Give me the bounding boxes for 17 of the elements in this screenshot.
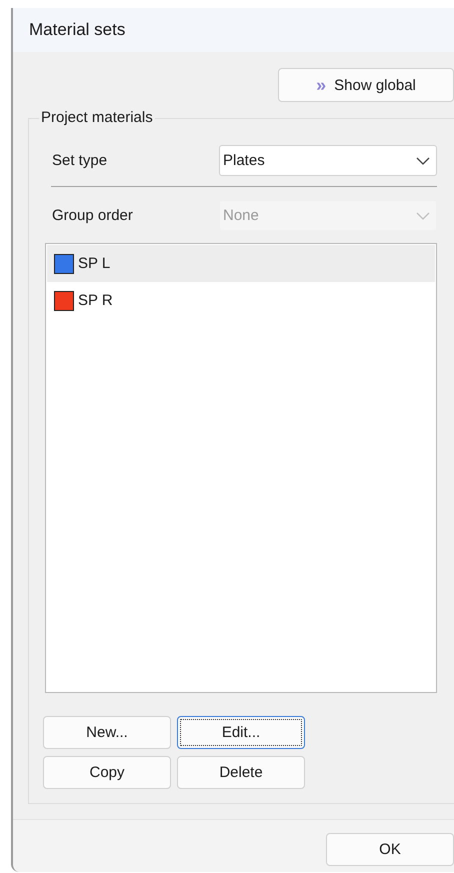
list-item[interactable]: SP R xyxy=(47,282,435,319)
list-item[interactable]: SP L xyxy=(47,245,435,282)
chevron-down-icon xyxy=(416,156,430,164)
field-label: Set type xyxy=(52,152,108,169)
action-button[interactable]: Copy xyxy=(43,756,171,789)
field-label: Group order xyxy=(52,207,133,224)
action-button[interactable]: Edit... xyxy=(177,716,305,749)
dropdown[interactable]: Plates xyxy=(219,145,437,176)
double-chevron-icon: » xyxy=(316,74,326,96)
chevron-down-icon xyxy=(416,212,430,220)
action-button[interactable]: Delete xyxy=(177,756,305,789)
group-title: Project materials xyxy=(39,109,155,126)
action-button[interactable]: New... xyxy=(43,716,171,749)
ok-button[interactable]: OK xyxy=(326,833,454,866)
show-global-button[interactable]: » Show global xyxy=(278,68,454,102)
window-title: Material sets xyxy=(29,20,126,40)
dropdown: None xyxy=(219,200,437,231)
